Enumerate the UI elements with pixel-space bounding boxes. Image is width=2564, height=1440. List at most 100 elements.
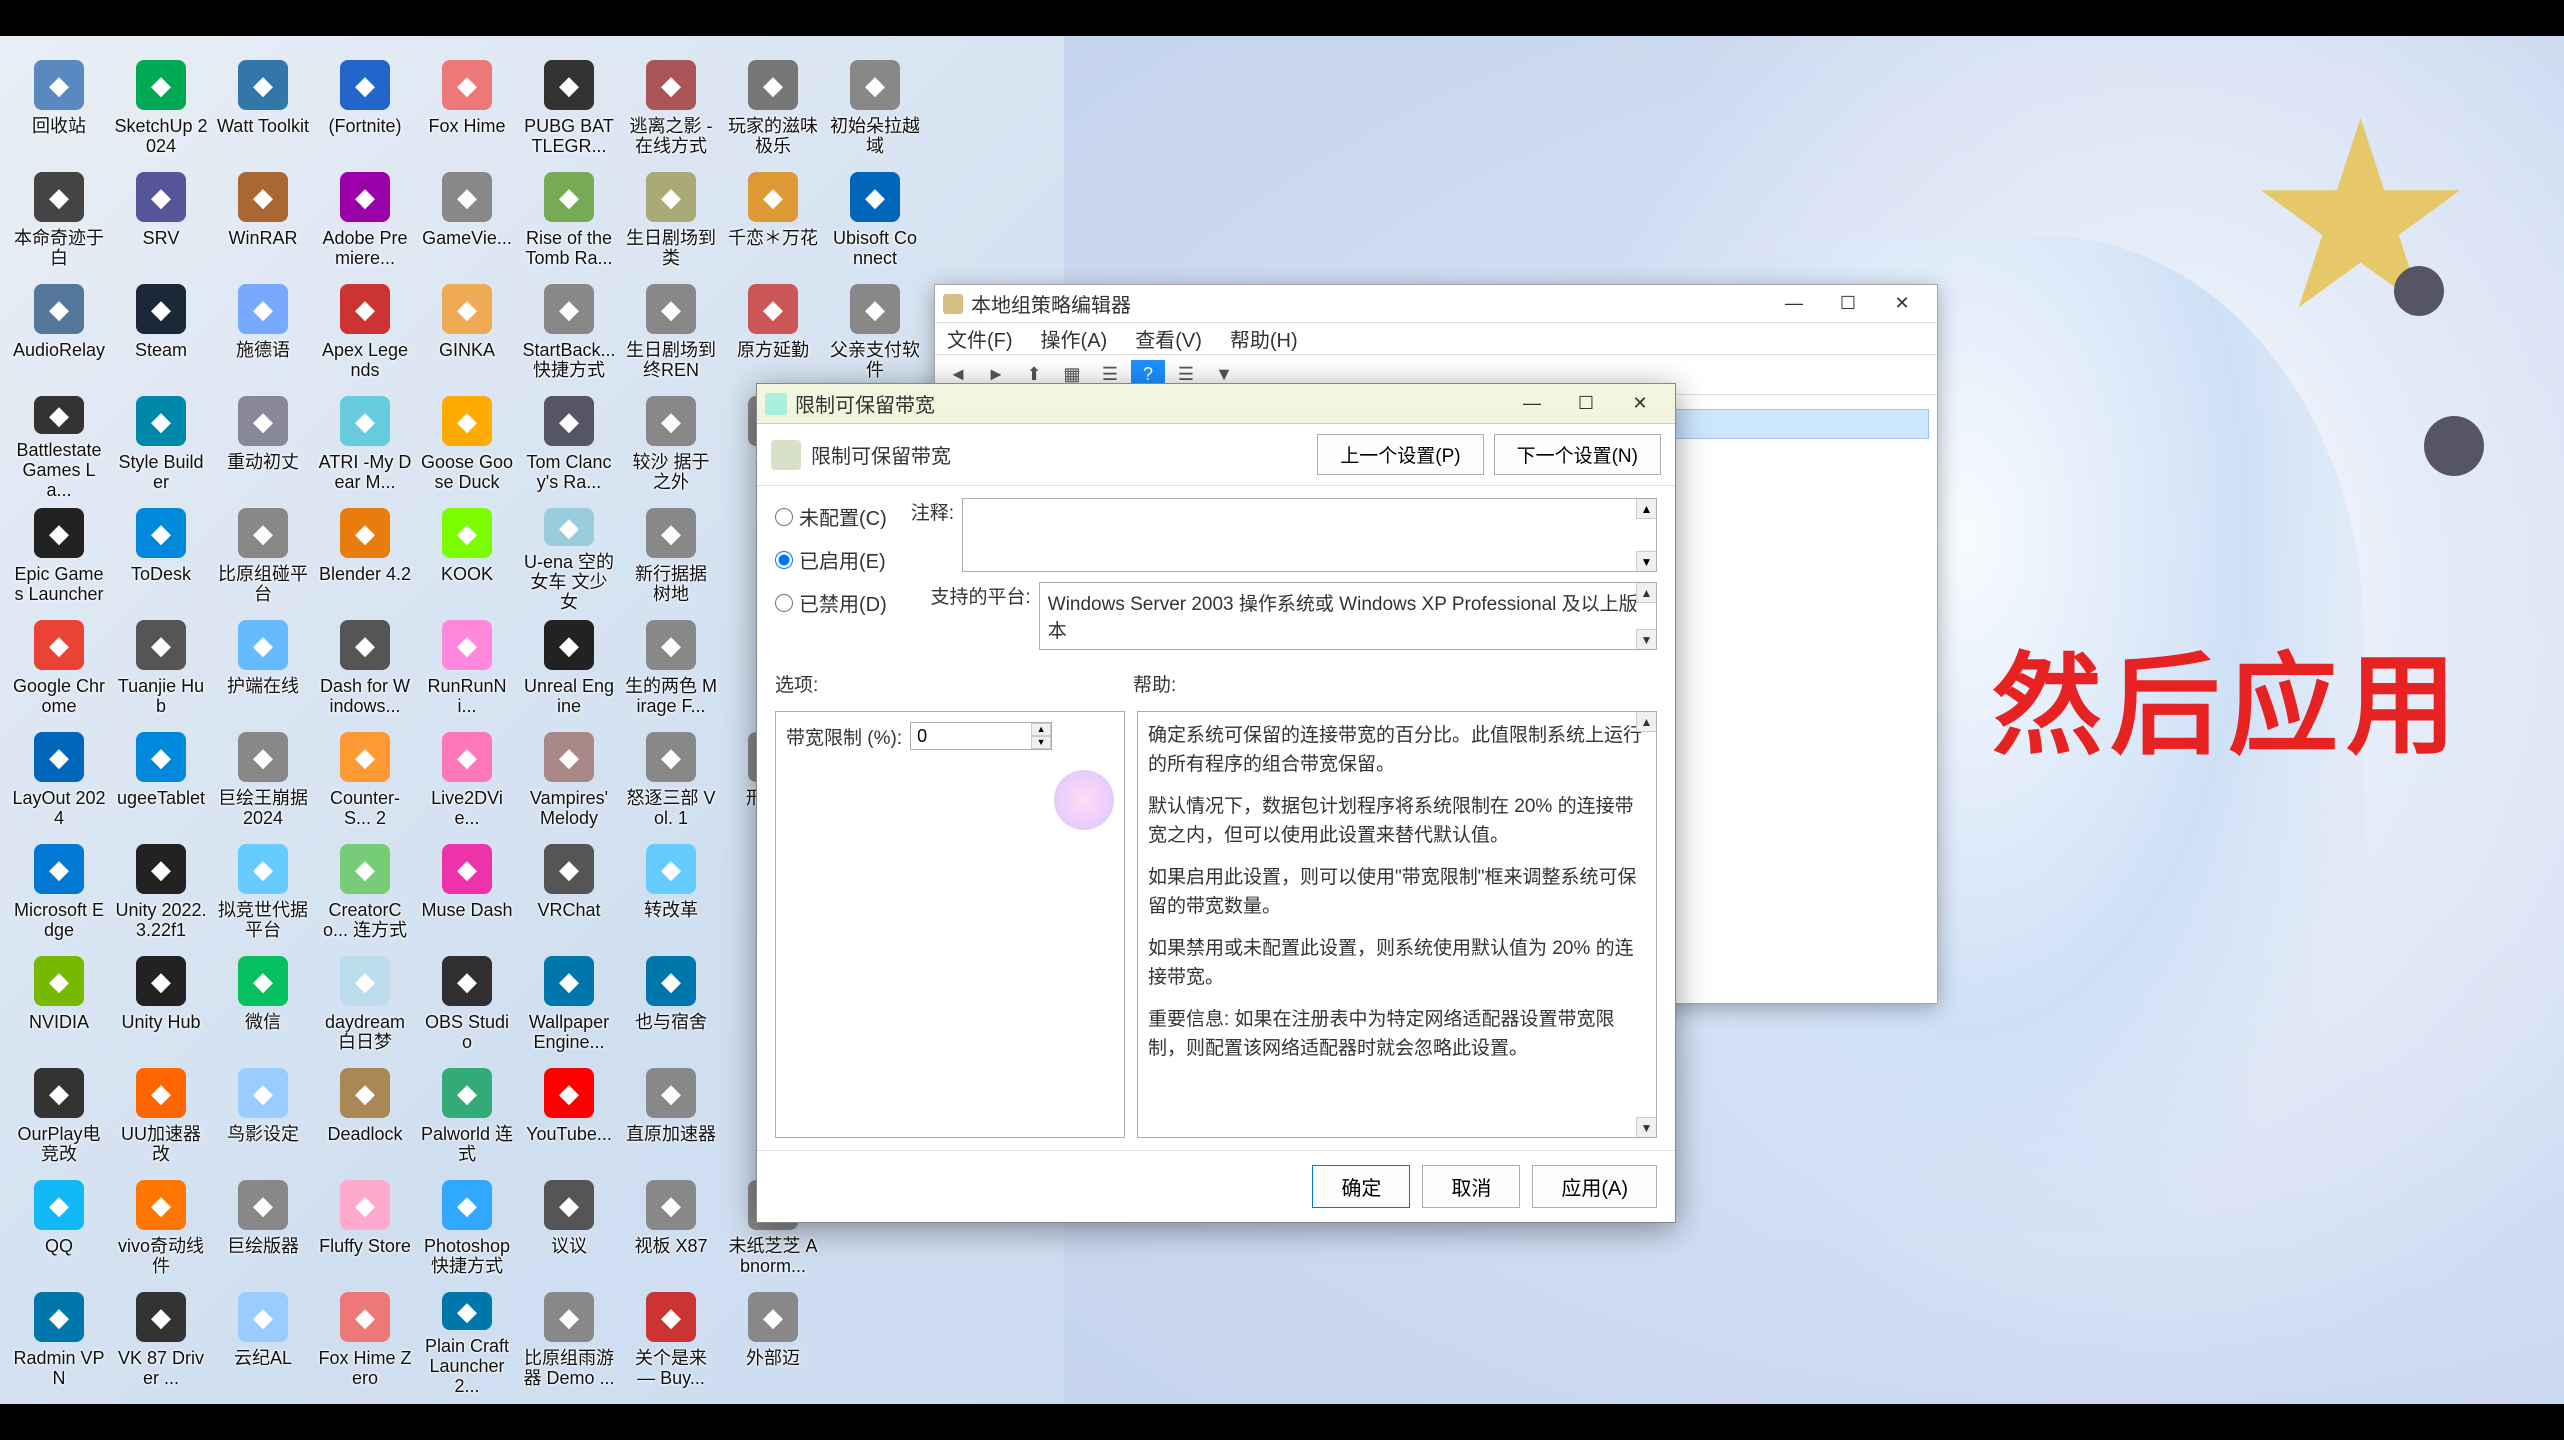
menu-action[interactable]: 操作(A) [1035, 322, 1114, 355]
desktop-icon[interactable]: ◆Deadlock [316, 1064, 414, 1172]
desktop-icon[interactable]: ◆Rise of the Tomb Ra... [520, 168, 618, 276]
radio-not-configured-input[interactable] [775, 508, 793, 526]
minimize-button[interactable]: — [1505, 387, 1559, 421]
desktop[interactable]: ★ ★ ★ 然后应用 ◆回收站◆SketchUp 2024◆Watt Toolk… [0, 36, 2564, 1404]
radio-not-configured[interactable]: 未配置(C) [775, 502, 887, 531]
desktop-icon[interactable]: ◆VK 87 Driver ... [112, 1288, 210, 1396]
desktop-icon[interactable]: ◆巨绘版器 [214, 1176, 312, 1284]
next-setting-button[interactable]: 下一个设置(N) [1494, 434, 1661, 475]
desktop-icon[interactable]: ◆Goose Goose Duck [418, 392, 516, 500]
desktop-icon[interactable]: ◆Fox Hime Zero [316, 1288, 414, 1396]
menu-help[interactable]: 帮助(H) [1224, 322, 1304, 355]
desktop-icon[interactable]: ◆Photoshop 快捷方式 [418, 1176, 516, 1284]
desktop-icon[interactable]: ◆也与宿舍 [622, 952, 720, 1060]
desktop-icon[interactable]: ◆Fox Hime [418, 56, 516, 164]
spin-down-button[interactable]: ▼ [1031, 736, 1051, 749]
desktop-icon[interactable]: ◆微信 [214, 952, 312, 1060]
desktop-icon[interactable]: ◆Radmin VPN [10, 1288, 108, 1396]
desktop-icon[interactable]: ◆视板 X87 [622, 1176, 720, 1284]
desktop-icon[interactable]: ◆鸟影设定 [214, 1064, 312, 1172]
desktop-icon[interactable]: ◆Dash for Windows... [316, 616, 414, 724]
desktop-icon[interactable]: ◆关个是来 — Buy... [622, 1288, 720, 1396]
desktop-icon[interactable]: ◆父亲支付软件 [826, 280, 924, 388]
desktop-icon[interactable]: ◆KOOK [418, 504, 516, 612]
desktop-icon[interactable]: ◆拟竞世代据 平台 [214, 840, 312, 948]
bandwidth-limit-spinner[interactable]: ▲ ▼ [910, 722, 1052, 750]
desktop-icon[interactable]: ◆GameVie... [418, 168, 516, 276]
desktop-icon[interactable]: ◆Plain Craft Launcher 2... [418, 1288, 516, 1396]
previous-setting-button[interactable]: 上一个设置(P) [1317, 434, 1483, 475]
desktop-icon[interactable]: ◆护端在线 [214, 616, 312, 724]
desktop-icon[interactable]: ◆云纪AL [214, 1288, 312, 1396]
desktop-icon[interactable]: ◆Fluffy Store [316, 1176, 414, 1284]
desktop-icon[interactable]: ◆重动初丈 [214, 392, 312, 500]
desktop-icon[interactable]: ◆U-ena 空的女车 文少女 [520, 504, 618, 612]
desktop-icon[interactable]: ◆千恋＊万花 [724, 168, 822, 276]
desktop-icon[interactable]: ◆Tom Clancy's Ra... [520, 392, 618, 500]
policy-titlebar[interactable]: 限制可保留带宽 — ☐ ✕ [757, 384, 1675, 424]
desktop-icon[interactable]: ◆Muse Dash [418, 840, 516, 948]
desktop-icon[interactable]: ◆StartBack... 快捷方式 [520, 280, 618, 388]
desktop-icon[interactable]: ◆怒逐三部 Vol. 1 [622, 728, 720, 836]
desktop-icon[interactable]: ◆UU加速器 改 [112, 1064, 210, 1172]
desktop-icon[interactable]: ◆Palworld 连式 [418, 1064, 516, 1172]
maximize-button[interactable]: ☐ [1559, 387, 1613, 421]
minimize-button[interactable]: — [1767, 287, 1821, 321]
desktop-icon[interactable]: ◆Wallpaper Engine... [520, 952, 618, 1060]
desktop-icon[interactable]: ◆Unity Hub [112, 952, 210, 1060]
radio-disabled[interactable]: 已禁用(D) [775, 588, 887, 617]
gpedit-titlebar[interactable]: 本地组策略编辑器 — ☐ ✕ [935, 285, 1937, 323]
desktop-icon[interactable]: ◆Battlestate Games La... [10, 392, 108, 500]
desktop-icon[interactable]: ◆逃离之影 - 在线方式 [622, 56, 720, 164]
desktop-icon[interactable]: ◆LayOut 2024 [10, 728, 108, 836]
desktop-icon[interactable]: ◆Live2DVie... [418, 728, 516, 836]
scroll-down-button[interactable]: ▼ [1636, 629, 1656, 649]
desktop-icon[interactable]: ◆回收站 [10, 56, 108, 164]
close-button[interactable]: ✕ [1875, 287, 1929, 321]
spin-up-button[interactable]: ▲ [1031, 723, 1051, 736]
radio-disabled-input[interactable] [775, 594, 793, 612]
desktop-icon[interactable]: ◆议议 [520, 1176, 618, 1284]
desktop-icon[interactable]: ◆比原组碰平台 [214, 504, 312, 612]
desktop-icon[interactable]: ◆巨绘王崩据 2024 [214, 728, 312, 836]
desktop-icon[interactable]: ◆Watt Toolkit [214, 56, 312, 164]
scroll-up-button[interactable]: ▲ [1636, 712, 1656, 732]
desktop-icon[interactable]: ◆YouTube... [520, 1064, 618, 1172]
desktop-icon[interactable]: ◆OBS Studio [418, 952, 516, 1060]
menu-view[interactable]: 查看(V) [1129, 322, 1208, 355]
desktop-icon[interactable]: ◆WinRAR [214, 168, 312, 276]
scroll-down-button[interactable]: ▼ [1636, 1117, 1656, 1137]
desktop-icon[interactable]: ◆Epic Games Launcher [10, 504, 108, 612]
desktop-icon[interactable]: ◆vivo奇动线件 [112, 1176, 210, 1284]
desktop-icon[interactable]: ◆ToDesk [112, 504, 210, 612]
desktop-icon[interactable]: ◆AudioRelay [10, 280, 108, 388]
desktop-icon[interactable]: ◆Counter-S... 2 [316, 728, 414, 836]
desktop-icon[interactable]: ◆本命奇迹于白 [10, 168, 108, 276]
desktop-icon[interactable]: ◆Adobe Premiere... [316, 168, 414, 276]
desktop-icon[interactable]: ◆生日剧场到 类 [622, 168, 720, 276]
desktop-icon[interactable]: ◆SRV [112, 168, 210, 276]
desktop-icon[interactable]: ◆Google Chrome [10, 616, 108, 724]
desktop-icon[interactable]: ◆生的两色 Mirage F... [622, 616, 720, 724]
desktop-icon[interactable]: ◆初始朵拉越域 [826, 56, 924, 164]
desktop-icon[interactable]: ◆NVIDIA [10, 952, 108, 1060]
radio-enabled[interactable]: 已启用(E) [775, 545, 887, 574]
desktop-icon[interactable]: ◆外部迈 [724, 1288, 822, 1396]
bandwidth-limit-input[interactable] [911, 723, 1031, 749]
desktop-icon[interactable]: ◆CreatorCo... 连方式 [316, 840, 414, 948]
desktop-icon[interactable]: ◆daydream 白日梦 [316, 952, 414, 1060]
apply-button[interactable]: 应用(A) [1532, 1165, 1657, 1208]
desktop-icon[interactable]: ◆玩家的滋味 极乐 [724, 56, 822, 164]
desktop-icon[interactable]: ◆Tuanjie Hub [112, 616, 210, 724]
desktop-icon[interactable]: ◆SketchUp 2024 [112, 56, 210, 164]
scroll-up-button[interactable]: ▲ [1636, 499, 1656, 519]
desktop-icon[interactable]: ◆Blender 4.2 [316, 504, 414, 612]
desktop-icon[interactable]: ◆Steam [112, 280, 210, 388]
desktop-icon[interactable]: ◆ugeeTablet [112, 728, 210, 836]
desktop-icon[interactable]: ◆GINKA [418, 280, 516, 388]
scroll-down-button[interactable]: ▼ [1636, 551, 1656, 571]
desktop-icon[interactable]: ◆OurPlay电竞改 [10, 1064, 108, 1172]
desktop-icon[interactable]: ◆生日剧场到 终REN [622, 280, 720, 388]
desktop-icon[interactable]: ◆Unity 2022.3.22f1 [112, 840, 210, 948]
close-button[interactable]: ✕ [1613, 387, 1667, 421]
